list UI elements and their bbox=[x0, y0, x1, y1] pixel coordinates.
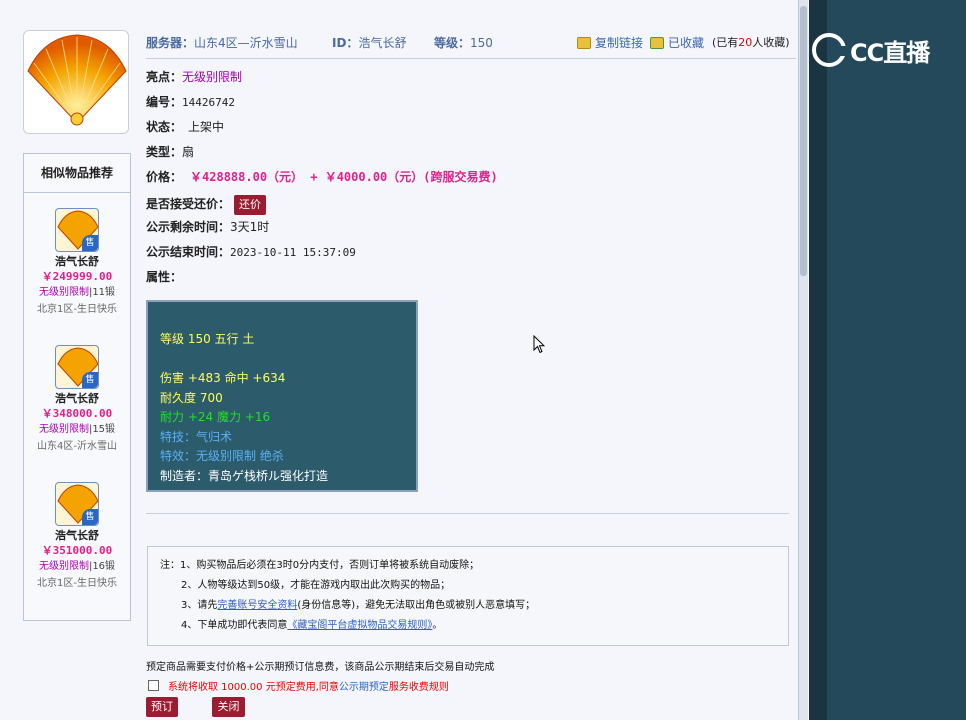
item-fan-image bbox=[23, 30, 129, 134]
role-id-info: ID：浩气长舒 bbox=[332, 36, 407, 50]
similar-item-server: 山东4区-沂水雪山 bbox=[37, 441, 117, 452]
folder-star-icon bbox=[650, 36, 664, 49]
similar-item-price: ￥351000.00 bbox=[41, 544, 113, 557]
item-header: 服务器：山东4区—沂水雪山 ID：浩气长舒 等级：150 复制链接 已收藏 (已… bbox=[146, 34, 796, 50]
divider bbox=[146, 513, 789, 514]
level-info: 等级：150 bbox=[434, 36, 493, 50]
attributes-row: 属性： bbox=[146, 270, 183, 284]
type-row: 类型：扇 bbox=[146, 145, 195, 159]
scrollbar-thumb[interactable] bbox=[800, 6, 807, 276]
attr-effect: 特效：无级别限制 绝杀 bbox=[160, 449, 284, 463]
cc-logo-icon bbox=[812, 33, 848, 67]
attr-stamina-magic: 耐力 +24 魔力 +16 bbox=[160, 410, 271, 424]
attr-durability: 耐久度 700 bbox=[160, 390, 223, 405]
close-button[interactable]: 关闭 bbox=[212, 697, 245, 717]
attr-maker: 制造者：青岛ゲ栈桥ル强化打造 bbox=[160, 468, 329, 483]
collected-button[interactable]: 已收藏 bbox=[650, 34, 704, 51]
similar-items-title: 相似物品推荐 bbox=[24, 154, 130, 193]
similar-item-level: 无级别限制|11锻 bbox=[38, 287, 116, 298]
mouse-cursor-icon bbox=[533, 335, 545, 354]
sale-badge: 售 bbox=[82, 372, 98, 388]
price-row: 价格： ￥428888.00（元） + ￥4000.00（元）(跨服交易费) bbox=[146, 170, 498, 184]
sale-badge: 售 bbox=[82, 235, 98, 251]
similar-items-panel: 相似物品推荐 售 浩气长舒 ￥249999.00 无级别限制|11锻 北京1区-… bbox=[23, 153, 131, 621]
attr-damage-hit: 伤害 +483 命中 +634 bbox=[160, 371, 286, 385]
fan-thumbnail-icon[interactable]: 售 bbox=[55, 345, 99, 389]
divider bbox=[146, 58, 796, 59]
attr-skill: 特技：气归术 bbox=[160, 429, 233, 444]
similar-item-server: 北京1区-生日快乐 bbox=[37, 304, 117, 315]
bargain-button[interactable]: 还价 bbox=[234, 195, 267, 215]
similar-item-price: ￥249999.00 bbox=[41, 270, 113, 283]
agree-checkbox[interactable] bbox=[148, 680, 159, 691]
cc-live-logo: CC直播 bbox=[812, 32, 952, 68]
similar-item-server: 北京1区-生日快乐 bbox=[37, 578, 117, 589]
copy-link-button[interactable]: 复制链接 bbox=[577, 34, 643, 51]
fan-thumbnail-icon[interactable]: 售 bbox=[55, 208, 99, 252]
note-line: 注：1、购买物品后必须在3时0分内支付，否则订单将被系统自动废除； bbox=[160, 560, 480, 571]
end-time-row: 公示结束时间：2023-10-11 15:37:09 bbox=[146, 245, 356, 259]
similar-item[interactable]: 售 浩气长舒 ￥351000.00 无级别限制|16锻 北京1区-生日快乐 bbox=[24, 482, 130, 593]
trade-rules-link[interactable]: 《藏宝阁平台虚拟物品交易规则》 bbox=[287, 620, 432, 631]
sale-badge: 售 bbox=[82, 509, 98, 525]
fee-rules-link[interactable]: 服务收费规则 bbox=[389, 678, 449, 693]
highlight-row: 亮点：无级别限制 bbox=[146, 70, 243, 84]
similar-item-level: 无级别限制|16锻 bbox=[38, 561, 116, 572]
attr-level-element: 等级 150 五行 土 bbox=[160, 332, 255, 346]
similar-item[interactable]: 售 浩气长舒 ￥348000.00 无级别限制|15锻 山东4区-沂水雪山 bbox=[24, 345, 130, 456]
reserve-button[interactable]: 预订 bbox=[146, 697, 178, 717]
server-info: 服务器：山东4区—沂水雪山 bbox=[146, 36, 298, 50]
prepay-rules-link[interactable]: 公示期预定 bbox=[339, 678, 389, 693]
stream-side-panel bbox=[809, 0, 966, 720]
remain-time-row: 公示剩余时间：3天1时 bbox=[146, 220, 270, 234]
similar-item-level: 无级别限制|15锻 bbox=[38, 424, 116, 435]
vertical-scrollbar[interactable] bbox=[798, 0, 808, 720]
note-line: 3、请先完善账号安全资料(身份信息等)，避免无法取出角色或被别人恶意填写； bbox=[181, 600, 536, 611]
status-row: 状态： 上架中 bbox=[146, 120, 225, 134]
collect-count: (已有20人收藏) bbox=[712, 36, 790, 49]
agree-row: 系统将收取 1000.00 元预定费用, 同意 公示期预定 服务收费规则 bbox=[148, 678, 449, 693]
similar-item-price: ￥348000.00 bbox=[41, 407, 113, 420]
note-line: 2、人物等级达到50级，才能在游戏内取出此次购买的物品； bbox=[181, 580, 451, 591]
trade-detail-page: 相似物品推荐 售 浩气长舒 ￥249999.00 无级别限制|11锻 北京1区-… bbox=[0, 0, 808, 720]
note-line: 4、下单成功即代表同意《藏宝阁平台虚拟物品交易规则》。 bbox=[181, 620, 443, 631]
similar-item-name[interactable]: 浩气长舒 bbox=[24, 255, 130, 269]
fan-thumbnail-icon[interactable]: 售 bbox=[55, 482, 99, 526]
copy-link-icon bbox=[577, 36, 591, 49]
attributes-panel: 等级 150 五行 土 伤害 +483 命中 +634 耐久度 700 耐力 +… bbox=[146, 300, 418, 492]
similar-item-name[interactable]: 浩气长舒 bbox=[24, 392, 130, 406]
similar-item[interactable]: 售 浩气长舒 ￥249999.00 无级别限制|11锻 北京1区-生日快乐 bbox=[24, 208, 130, 319]
purchase-notes: 注：1、购买物品后必须在3时0分内支付，否则订单将被系统自动废除； 2、人物等级… bbox=[147, 546, 789, 646]
bargain-row: 是否接受还价： 还价 bbox=[146, 193, 267, 215]
complete-security-info-link[interactable]: 完善账号安全资料 bbox=[217, 600, 297, 611]
similar-item-name[interactable]: 浩气长舒 bbox=[24, 529, 130, 543]
prepay-note: 预定商品需要支付价格+公示期预订信息费，该商品公示期结束后交易自动完成 bbox=[146, 662, 495, 673]
number-row: 编号：14426742 bbox=[146, 95, 235, 109]
